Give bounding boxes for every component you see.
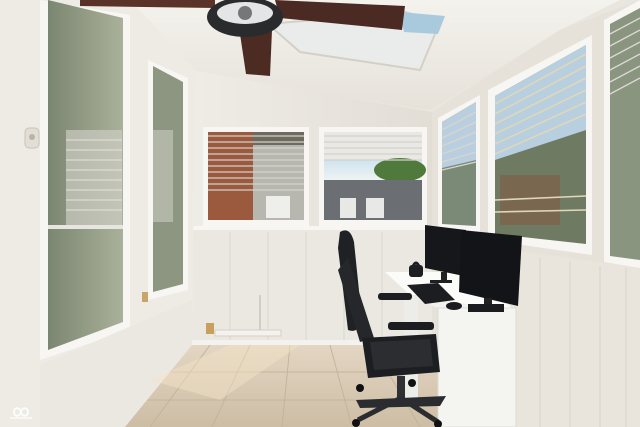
right-window-1	[438, 95, 480, 232]
right-wainscot	[512, 250, 640, 427]
sunroom-photo	[0, 0, 640, 427]
mouse	[446, 302, 462, 310]
sunroom-scene	[0, 0, 640, 427]
left-window-2	[148, 60, 188, 300]
infinity-logo-icon	[10, 407, 32, 419]
baseboard-heater	[214, 329, 282, 337]
outlet-back	[206, 323, 214, 334]
right-window-3	[604, 0, 640, 268]
outlet-left	[142, 292, 148, 302]
left-window-1	[40, 0, 130, 360]
back-window-left	[203, 127, 309, 226]
back-window-right	[319, 127, 427, 226]
